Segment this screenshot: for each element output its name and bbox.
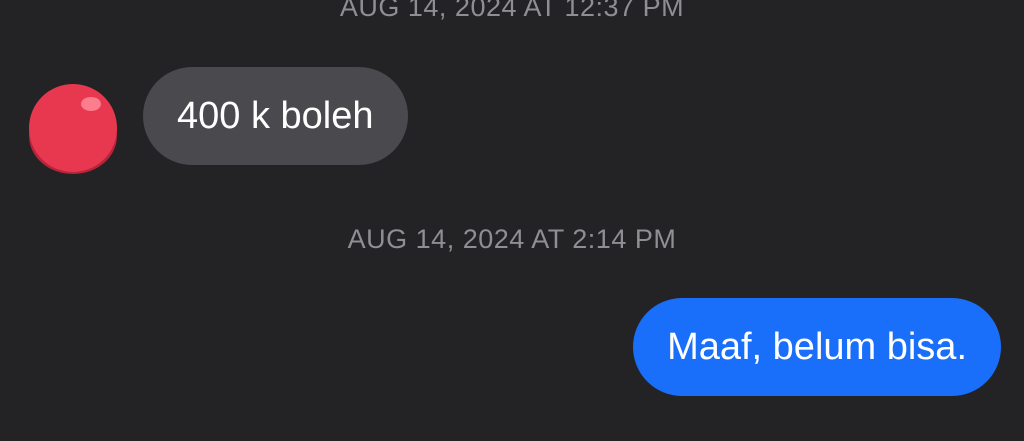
message-thread[interactable]: AUG 14, 2024 AT 12:37 PM 400 k boleh AUG… [0,0,1024,441]
message-timestamp: AUG 14, 2024 AT 2:14 PM [347,224,677,254]
message-timestamp: AUG 14, 2024 AT 12:37 PM [339,0,685,22]
incoming-message-bubble[interactable]: 400 k boleh [143,67,408,165]
outgoing-message-bubble[interactable]: Maaf, belum bisa. [633,298,1001,396]
contact-avatar[interactable] [27,84,119,176]
red-circle-avatar-icon [29,84,117,174]
